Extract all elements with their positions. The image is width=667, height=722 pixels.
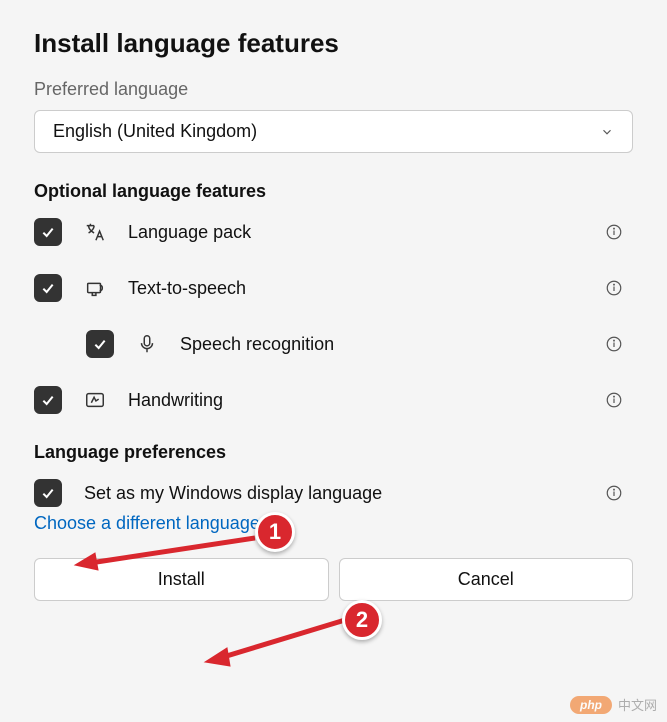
info-icon[interactable] — [605, 279, 623, 297]
install-button[interactable]: Install — [34, 558, 329, 601]
info-icon[interactable] — [605, 484, 623, 502]
dialog-title: Install language features — [34, 28, 633, 59]
feature-label: Handwriting — [128, 390, 223, 411]
feature-handwriting: Handwriting — [34, 386, 633, 414]
handwriting-icon — [84, 389, 106, 411]
checkbox-language-pack[interactable] — [34, 218, 62, 246]
feature-language-pack: Language pack — [34, 218, 633, 246]
feature-label: Speech recognition — [180, 334, 334, 355]
display-language-row: Set as my Windows display language — [34, 479, 633, 507]
annotation-badge-2: 2 — [342, 600, 382, 640]
feature-text-to-speech: Text-to-speech — [34, 274, 633, 302]
chevron-down-icon — [600, 125, 614, 139]
watermark-badge: php — [570, 696, 612, 714]
info-icon[interactable] — [605, 391, 623, 409]
feature-label: Text-to-speech — [128, 278, 246, 299]
display-language-label: Set as my Windows display language — [84, 483, 382, 504]
cancel-button[interactable]: Cancel — [339, 558, 634, 601]
feature-speech-recognition: Speech recognition — [86, 330, 633, 358]
language-pack-icon — [84, 221, 106, 243]
info-icon[interactable] — [605, 335, 623, 353]
checkbox-handwriting[interactable] — [34, 386, 62, 414]
text-to-speech-icon — [84, 277, 106, 299]
feature-label: Language pack — [128, 222, 251, 243]
checkbox-display-language[interactable] — [34, 479, 62, 507]
annotation-arrow-2 — [200, 610, 350, 665]
microphone-icon — [136, 333, 158, 355]
watermark: php 中文网 — [570, 695, 657, 714]
language-select-value: English (United Kingdom) — [53, 121, 257, 142]
language-select[interactable]: English (United Kingdom) — [34, 110, 633, 153]
info-icon[interactable] — [605, 223, 623, 241]
watermark-text: 中文网 — [618, 695, 657, 714]
checkbox-tts[interactable] — [34, 274, 62, 302]
choose-different-language-link[interactable]: Choose a different language — [34, 513, 260, 534]
optional-features-title: Optional language features — [34, 181, 633, 202]
checkbox-speech[interactable] — [86, 330, 114, 358]
preferred-language-label: Preferred language — [34, 79, 633, 100]
language-preferences-title: Language preferences — [34, 442, 633, 463]
